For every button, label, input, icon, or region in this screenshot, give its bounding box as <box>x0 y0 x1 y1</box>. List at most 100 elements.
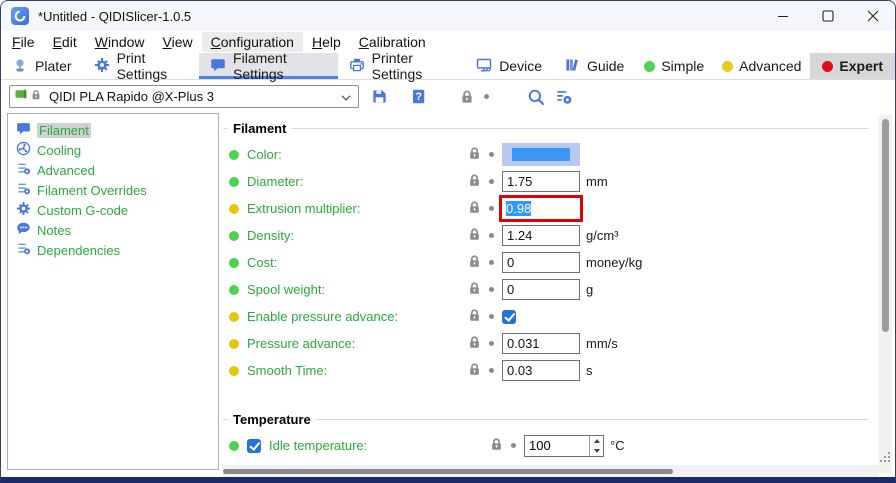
simple-mode-dot-icon <box>644 61 655 72</box>
sidebar-item-custom-gcode[interactable]: Custom G-code <box>8 200 218 220</box>
fan-icon <box>16 141 31 159</box>
menu-window[interactable]: Window <box>86 32 154 52</box>
lock-icon[interactable] <box>467 200 482 218</box>
minimize-button[interactable] <box>760 1 805 31</box>
vertical-scrollbar[interactable] <box>879 115 892 473</box>
compare-presets-button[interactable] <box>555 88 573 106</box>
sidebar-item-filament[interactable]: Filament <box>8 120 218 140</box>
menu-calibration[interactable]: Calibration <box>350 32 435 52</box>
sidebar-item-filament-overrides[interactable]: Filament Overrides <box>8 180 218 200</box>
content-area: Filament Cooling Advanced Filament Overr… <box>1 113 895 477</box>
setting-label: Smooth Time: <box>247 363 327 378</box>
lock-icon[interactable] <box>467 227 482 245</box>
color-swatch-button[interactable] <box>502 143 580 166</box>
filament-spool-icon <box>15 87 30 106</box>
cost-input[interactable] <box>502 252 580 273</box>
idle-temperature-checkbox[interactable] <box>247 439 261 453</box>
lock-icon[interactable] <box>467 308 482 326</box>
dot-marker-icon <box>489 287 494 292</box>
settings-panel: Filament Color: <box>223 113 879 465</box>
mode-expert[interactable]: Expert <box>810 53 895 79</box>
tab-print-settings[interactable]: Print Settings <box>83 53 199 79</box>
lock-icon[interactable] <box>467 146 482 164</box>
advanced-mode-dot-icon <box>722 61 733 72</box>
mode-advanced[interactable]: Advanced <box>713 53 810 79</box>
printer-icon <box>349 57 365 76</box>
lock-icon[interactable] <box>467 362 482 380</box>
modified-dot-icon <box>229 285 239 295</box>
sliders-icon <box>16 181 31 199</box>
spinner-down-icon[interactable] <box>590 446 603 456</box>
maximize-button[interactable] <box>805 1 850 31</box>
setting-label: Color: <box>247 147 282 162</box>
plater-icon <box>12 57 28 76</box>
lock-icon[interactable] <box>467 173 482 191</box>
modified-dot-icon <box>229 177 239 187</box>
sidebar-item-dependencies[interactable]: Dependencies <box>8 240 218 260</box>
setting-row-enable-pressure-advance: Enable pressure advance: <box>223 303 879 330</box>
lock-toggle-button[interactable] <box>459 89 475 105</box>
menu-view[interactable]: View <box>154 32 202 52</box>
tab-device[interactable]: Device <box>465 53 553 79</box>
horizontal-scrollbar[interactable] <box>223 465 879 477</box>
idle-temperature-input[interactable] <box>525 436 589 456</box>
diameter-input[interactable] <box>502 171 580 192</box>
sidebar-item-advanced[interactable]: Advanced <box>8 160 218 180</box>
tab-plater[interactable]: Plater <box>1 53 83 79</box>
preset-combobox[interactable]: QIDI PLA Rapido @X-Plus 3 <box>9 85 359 108</box>
modified-dot-icon <box>229 366 239 376</box>
lock-icon[interactable] <box>467 281 482 299</box>
modified-dot-icon <box>229 312 239 322</box>
help-button[interactable]: ? <box>410 88 427 105</box>
resize-grip[interactable] <box>880 452 892 464</box>
tab-guide[interactable]: Guide <box>553 53 635 79</box>
sidebar-item-label: Filament <box>37 123 91 138</box>
sidebar-item-label: Advanced <box>37 163 95 178</box>
group-header-temperature: Temperature <box>223 412 879 427</box>
density-input[interactable] <box>502 225 580 246</box>
tab-label: Guide <box>587 58 624 74</box>
setting-label: Extrusion multiplier: <box>247 201 360 216</box>
device-icon <box>476 57 492 76</box>
search-button[interactable] <box>527 88 545 106</box>
sidebar-item-notes[interactable]: Notes <box>8 220 218 240</box>
setting-row-smooth-time: Smooth Time: s <box>223 357 879 384</box>
group-header-filament: Filament <box>223 121 879 136</box>
lock-icon[interactable] <box>467 335 482 353</box>
tab-filament-settings[interactable]: Filament Settings <box>199 53 338 79</box>
extrusion-multiplier-input[interactable]: 0.98 <box>502 198 580 219</box>
horizontal-scrollbar-thumb[interactable] <box>223 469 673 474</box>
smooth-time-input[interactable] <box>502 360 580 381</box>
tab-label: Printer Settings <box>372 50 455 82</box>
pressure-advance-input[interactable] <box>502 333 580 354</box>
menu-edit[interactable]: Edit <box>44 32 86 52</box>
gear-icon <box>94 57 110 76</box>
tab-printer-settings[interactable]: Printer Settings <box>338 53 466 79</box>
enable-pressure-advance-checkbox[interactable] <box>502 310 516 324</box>
mode-simple[interactable]: Simple <box>635 53 713 79</box>
lock-icon[interactable] <box>467 254 482 272</box>
spool-weight-input[interactable] <box>502 279 580 300</box>
spinner-up-icon[interactable] <box>590 436 603 446</box>
lock-icon[interactable] <box>489 437 504 455</box>
menu-configuration[interactable]: Configuration <box>202 32 303 52</box>
mode-switcher: Simple Advanced Expert <box>635 53 895 79</box>
save-preset-button[interactable] <box>371 88 388 105</box>
unit-label: °C <box>610 438 625 453</box>
tab-label: Print Settings <box>117 50 188 82</box>
menu-file[interactable]: File <box>3 32 44 52</box>
gear-icon <box>16 201 31 219</box>
setting-label: Pressure advance: <box>247 336 355 351</box>
tab-label: Filament Settings <box>233 50 327 82</box>
color-swatch <box>512 148 570 161</box>
modified-dot-icon <box>229 204 239 214</box>
close-button[interactable] <box>850 1 895 31</box>
vertical-scrollbar-thumb[interactable] <box>882 119 889 332</box>
menu-help[interactable]: Help <box>303 32 350 52</box>
dot-marker-icon <box>489 152 494 157</box>
unit-label: s <box>586 363 593 378</box>
guide-icon <box>564 57 580 76</box>
setting-label: Idle temperature: <box>269 438 367 453</box>
idle-temperature-spinner <box>524 435 604 457</box>
sidebar-item-cooling[interactable]: Cooling <box>8 140 218 160</box>
